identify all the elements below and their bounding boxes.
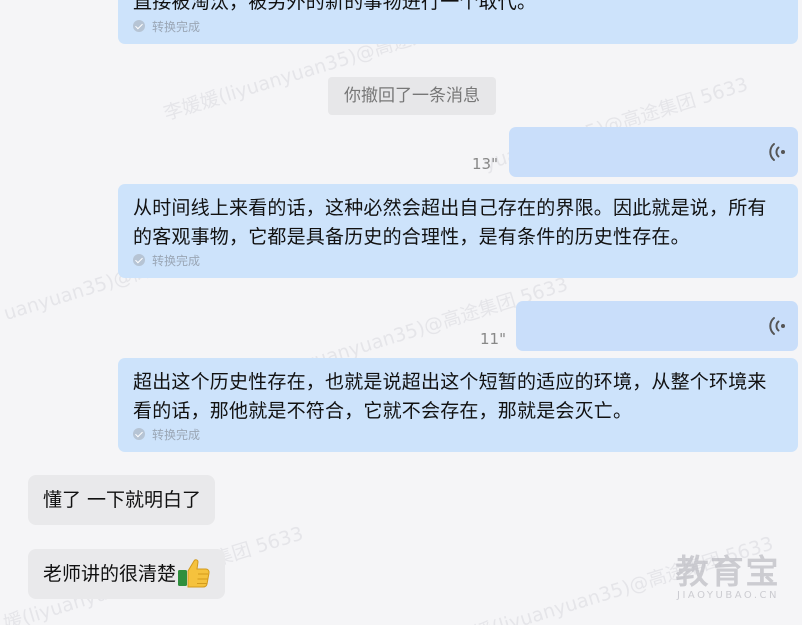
voice-message[interactable] (509, 127, 798, 177)
message-text: 懂了 一下就明白了 (43, 489, 202, 511)
voice-message[interactable] (516, 301, 798, 351)
thumbs-up-icon (178, 558, 210, 587)
message-text: 老师讲的很清楚 (43, 563, 177, 585)
voice-duration: 13" (472, 155, 498, 173)
incoming-message-bubble[interactable]: 懂了 一下就明白了 (28, 475, 216, 525)
chat-message-list[interactable]: 李媛媛(liyuanyuan35)@高途集团 5633 yuanyuan35)@… (0, 0, 802, 625)
incoming-message-bubble[interactable]: 老师讲的很清楚 (28, 549, 226, 599)
conversion-status-label: 转换完成 (152, 19, 201, 34)
conversion-status: 转换完成 (133, 252, 200, 268)
voice-wave-icon (769, 317, 785, 335)
message-bubble[interactable]: 从时间线上来看的话，这种必然会超出自己存在的界限。因此就是说，所有的客观事物，它… (118, 184, 798, 278)
message-text: 从时间线上来看的话，这种必然会超出自己存在的界限。因此就是说，所有的客观事物，它… (133, 197, 767, 248)
conversion-status: 转换完成 (133, 18, 200, 34)
check-circle-icon (133, 254, 145, 266)
message-bubble[interactable]: 直接被淘汰，被另外的新的事物进行一个取代。 转换完成 (118, 0, 798, 44)
message-text: 直接被淘汰，被另外的新的事物进行一个取代。 (133, 0, 537, 13)
conversion-status: 转换完成 (133, 426, 200, 442)
message-bubble[interactable]: 超出这个历史性存在，也就是说超出这个短暂的适应的环境，从整个环境来看的话，那他就… (118, 358, 798, 452)
conversion-status-label: 转换完成 (152, 253, 201, 268)
message-text: 超出这个历史性存在，也就是说超出这个短暂的适应的环境，从整个环境来看的话，那他就… (133, 371, 767, 422)
logo-text: 教育宝 (675, 552, 781, 591)
check-circle-icon (133, 428, 145, 440)
logo-domain: JIAOYUBAO.CN (677, 590, 779, 601)
check-circle-icon (133, 20, 145, 32)
jiaoyubao-logo: 教育宝 JIAOYUBAO.CN (672, 554, 784, 602)
voice-wave-icon (769, 143, 785, 161)
recalled-message-notice: 你撤回了一条消息 (328, 77, 496, 115)
conversion-status-label: 转换完成 (152, 427, 201, 442)
voice-duration: 11" (480, 330, 506, 348)
